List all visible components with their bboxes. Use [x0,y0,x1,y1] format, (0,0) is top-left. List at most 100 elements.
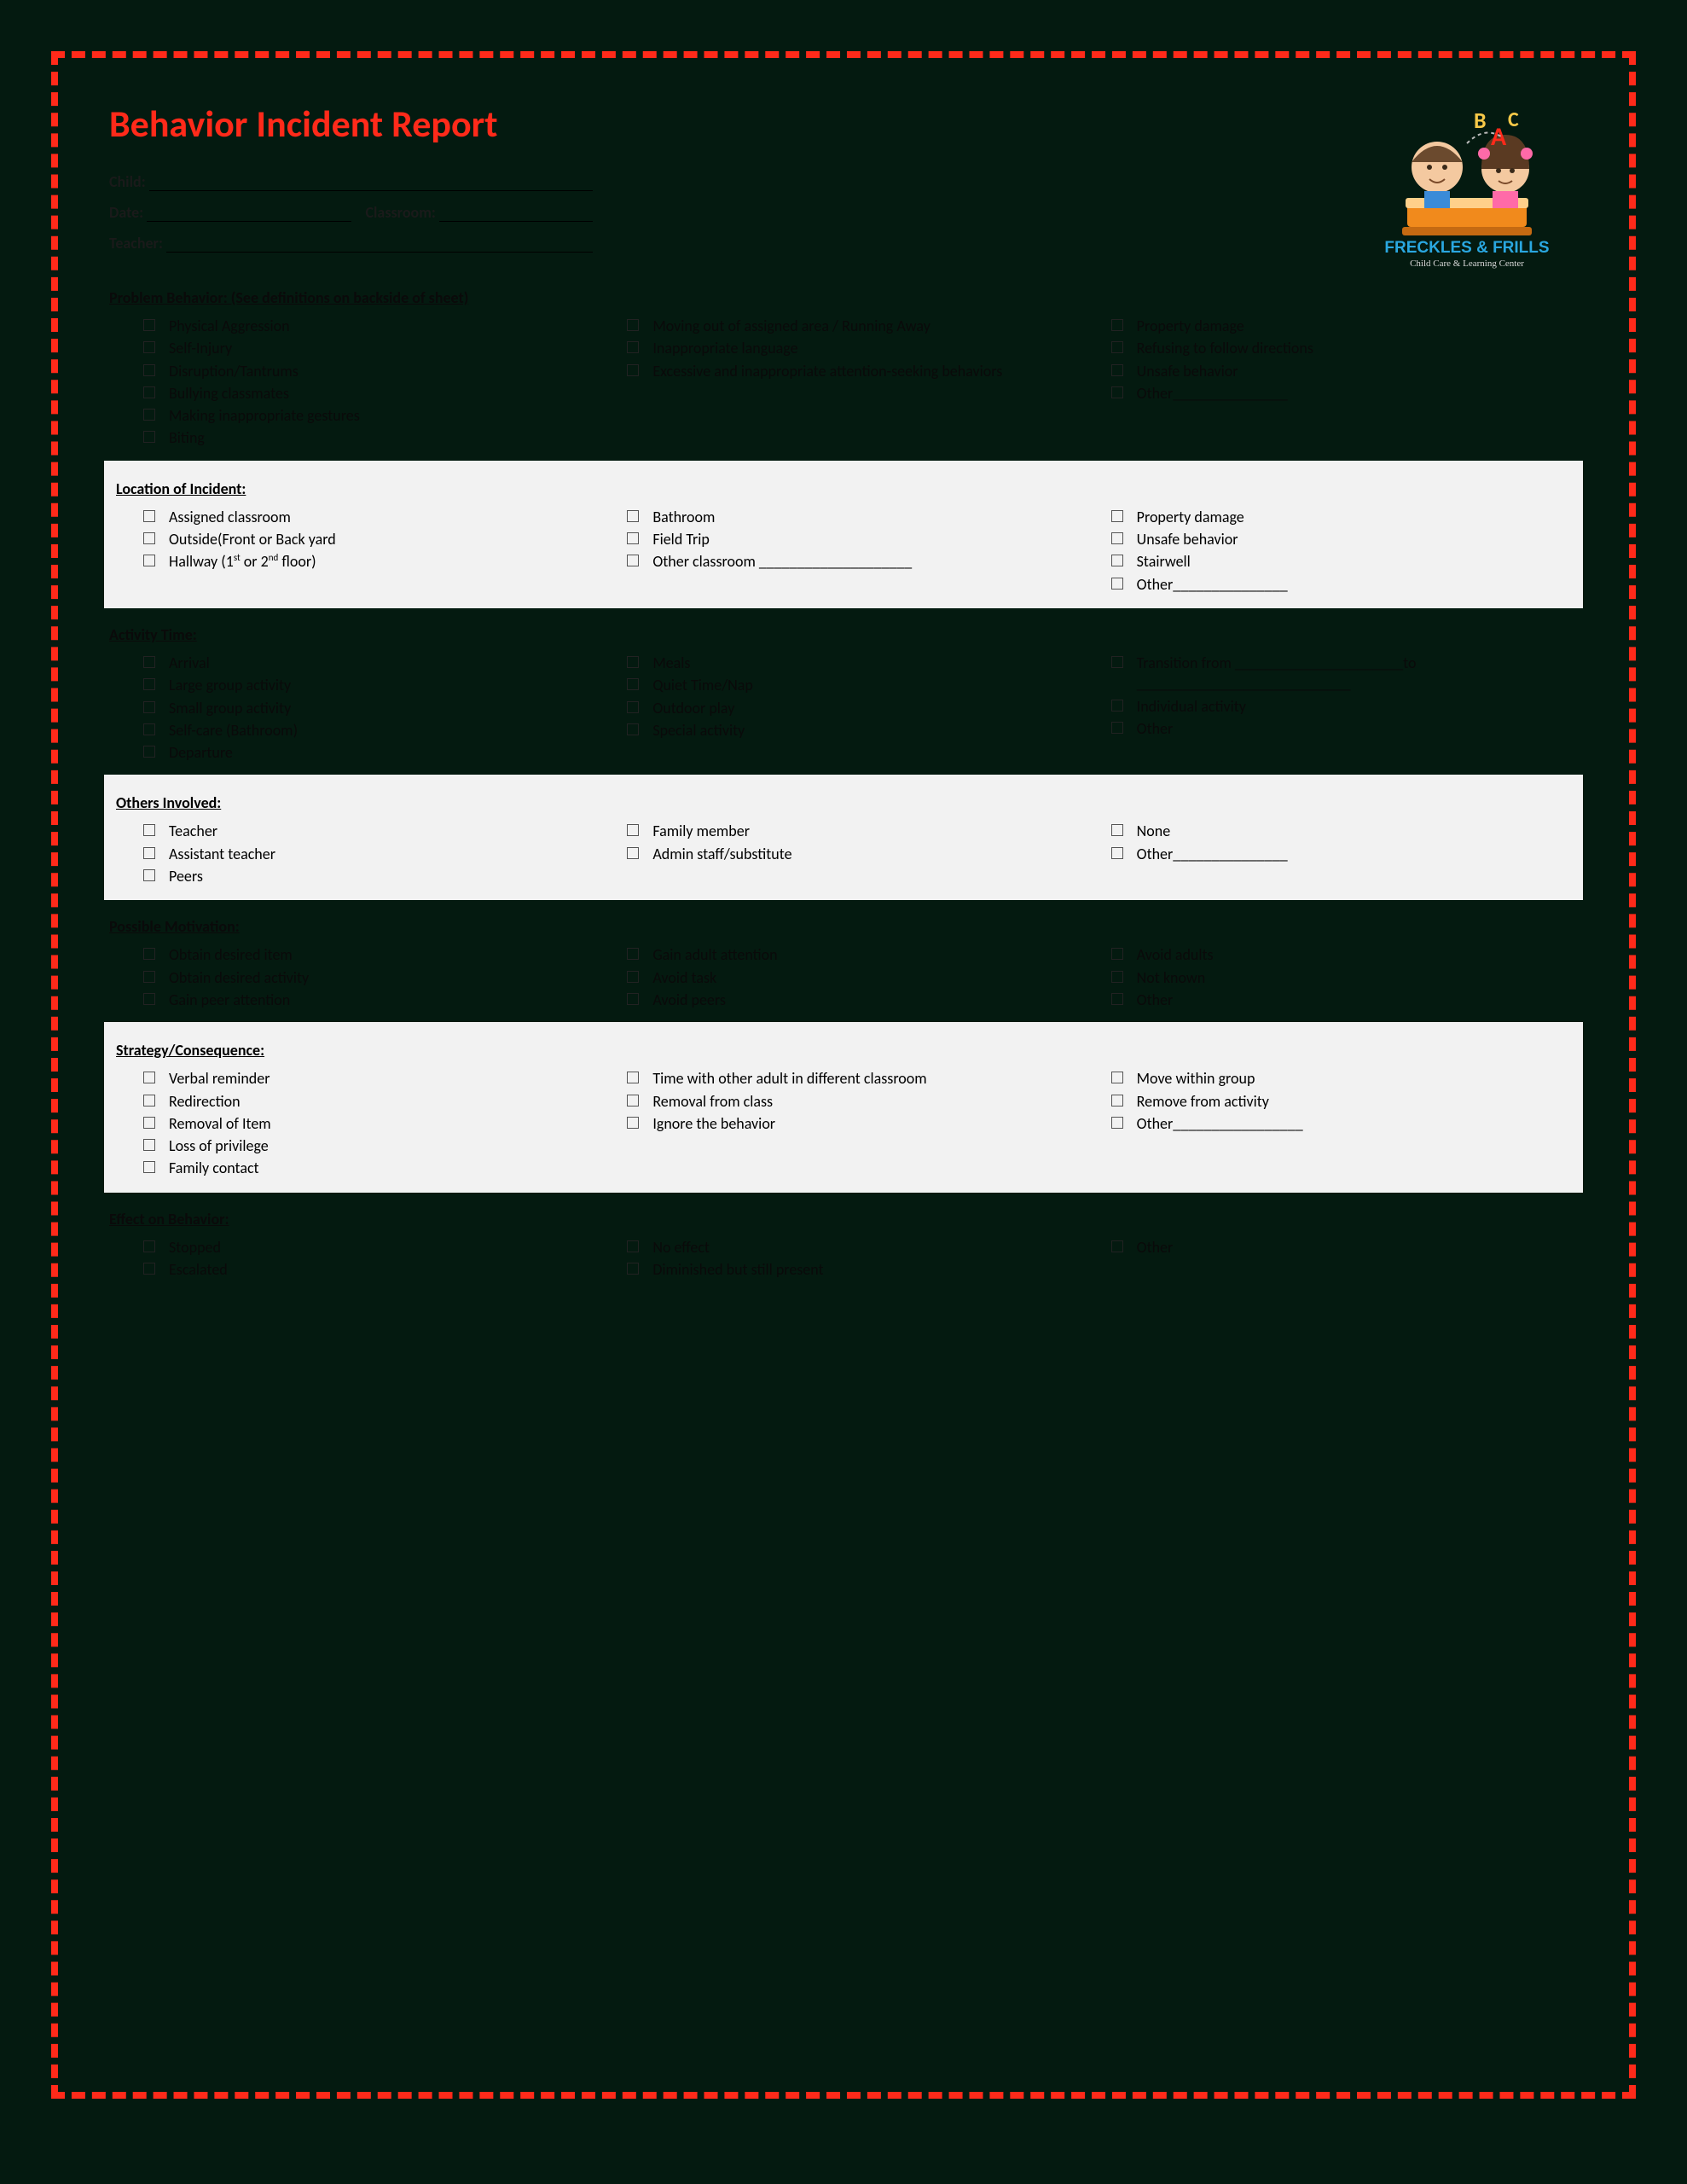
checkbox-icon[interactable] [143,993,155,1005]
checkbox-icon[interactable] [1111,948,1123,960]
checkbox-icon[interactable] [143,746,155,758]
strategy-col3: Move within groupRemove from activityOth… [1111,1068,1578,1180]
section-strategy-consequence: Strategy/Consequence: Verbal reminderRed… [104,1022,1583,1192]
checklist-item: None [1111,821,1578,841]
checkbox-icon[interactable] [143,1161,155,1173]
checkbox-icon[interactable] [627,678,639,690]
checkbox-icon[interactable] [143,656,155,668]
checkbox-icon[interactable] [143,971,155,983]
checklist-item: Quiet Time/Nap [627,675,1093,695]
checkbox-icon[interactable] [1111,364,1123,376]
svg-text:FRECKLES & FRILLS: FRECKLES & FRILLS [1384,239,1549,257]
checklist-item: Meals [627,653,1093,673]
checklist-item: Other [1111,718,1578,739]
checkbox-icon[interactable] [1111,656,1123,668]
checkbox-icon[interactable] [627,1117,639,1129]
checkbox-icon[interactable] [1111,971,1123,983]
teacher-line[interactable] [166,252,593,253]
checkbox-icon[interactable] [1111,847,1123,859]
checkbox-icon[interactable] [1111,578,1123,590]
checkbox-icon[interactable] [143,678,155,690]
checkbox-icon[interactable] [1111,722,1123,734]
checkbox-icon[interactable] [1111,341,1123,353]
checklist-item-label: Diminished but still present [652,1259,823,1280]
activity-col3: Transition from ______________________to… [1111,653,1578,764]
checkbox-icon[interactable] [627,532,639,544]
checkbox-icon[interactable] [627,971,639,983]
checkbox-icon[interactable] [627,847,639,859]
checkbox-icon[interactable] [1111,993,1123,1005]
checkbox-icon[interactable] [1111,386,1123,398]
checklist-item: Special activity [627,720,1093,741]
classroom-line[interactable] [439,221,593,222]
checkbox-icon[interactable] [143,847,155,859]
checkbox-icon[interactable] [143,701,155,713]
checkbox-icon[interactable] [143,1139,155,1151]
checkbox-icon[interactable] [1111,555,1123,566]
checklist-item-label: Individual activity [1137,696,1246,717]
checkbox-icon[interactable] [1111,700,1123,712]
checkbox-icon[interactable] [143,341,155,353]
checklist-item-label: Obtain desired item [169,944,293,965]
checkbox-icon[interactable] [627,1072,639,1083]
checkbox-icon[interactable] [1111,532,1123,544]
date-line[interactable] [147,221,351,222]
checkbox-icon[interactable] [1111,824,1123,836]
checkbox-icon[interactable] [143,948,155,960]
checkbox-icon[interactable] [627,948,639,960]
checkbox-icon[interactable] [143,1117,155,1129]
checkbox-icon[interactable] [627,701,639,713]
checkbox-icon[interactable] [143,409,155,421]
checklist-item: Other [1111,990,1578,1010]
child-line[interactable] [149,190,593,191]
checkbox-icon[interactable] [143,510,155,522]
checklist-item-label: Transition from ______________________to… [1137,653,1578,694]
checkbox-icon[interactable] [143,555,155,566]
checkbox-icon[interactable] [1111,1240,1123,1252]
checkbox-icon[interactable] [143,723,155,735]
strategy-col2: Time with other adult in different class… [627,1068,1093,1180]
checklist-item-label: Escalated [169,1259,228,1280]
checkbox-icon[interactable] [627,319,639,331]
checkbox-icon[interactable] [627,723,639,735]
checklist-item-label: Other_________________ [1137,1113,1303,1134]
checkbox-icon[interactable] [627,510,639,522]
checkbox-icon[interactable] [1111,1117,1123,1129]
teacher-field-row: Teacher: [109,234,593,253]
checklist-item-label: Field Trip [652,529,710,549]
checklist-item: Other_______________ [1111,844,1578,864]
checkbox-icon[interactable] [1111,1072,1123,1083]
checklist-item-label: Verbal reminder [169,1068,270,1089]
checkbox-icon[interactable] [143,1095,155,1107]
checkbox-icon[interactable] [1111,1095,1123,1107]
checkbox-icon[interactable] [143,532,155,544]
checkbox-icon[interactable] [1111,319,1123,331]
section-effect-on-behavior: Effect on Behavior: StoppedEscalated No … [109,1193,1578,1292]
checkbox-icon[interactable] [1111,510,1123,522]
checkbox-icon[interactable] [143,1263,155,1275]
checkbox-icon[interactable] [143,364,155,376]
checkbox-icon[interactable] [143,824,155,836]
checkbox-icon[interactable] [627,993,639,1005]
checkbox-icon[interactable] [627,1095,639,1107]
checkbox-icon[interactable] [143,869,155,881]
section-activity-time: Activity Time: ArrivalLarge group activi… [109,608,1578,775]
checklist-item: Verbal reminder [143,1068,610,1089]
checklist-item: Physical Aggression [143,316,610,336]
checkbox-icon[interactable] [143,386,155,398]
checkbox-icon[interactable] [627,656,639,668]
checkbox-icon[interactable] [627,1263,639,1275]
checkbox-icon[interactable] [627,824,639,836]
activity-col2: MealsQuiet Time/NapOutdoor playSpecial a… [627,653,1093,764]
checkbox-icon[interactable] [627,555,639,566]
checklist-item: Gain peer attention [143,990,610,1010]
checklist-item-label: Avoid adults [1137,944,1214,965]
checkbox-icon[interactable] [627,1240,639,1252]
checkbox-icon[interactable] [143,431,155,443]
checkbox-icon[interactable] [143,319,155,331]
checkbox-icon[interactable] [143,1240,155,1252]
checklist-item-label: Family contact [169,1158,259,1178]
checkbox-icon[interactable] [143,1072,155,1083]
checkbox-icon[interactable] [627,341,639,353]
checkbox-icon[interactable] [627,364,639,376]
